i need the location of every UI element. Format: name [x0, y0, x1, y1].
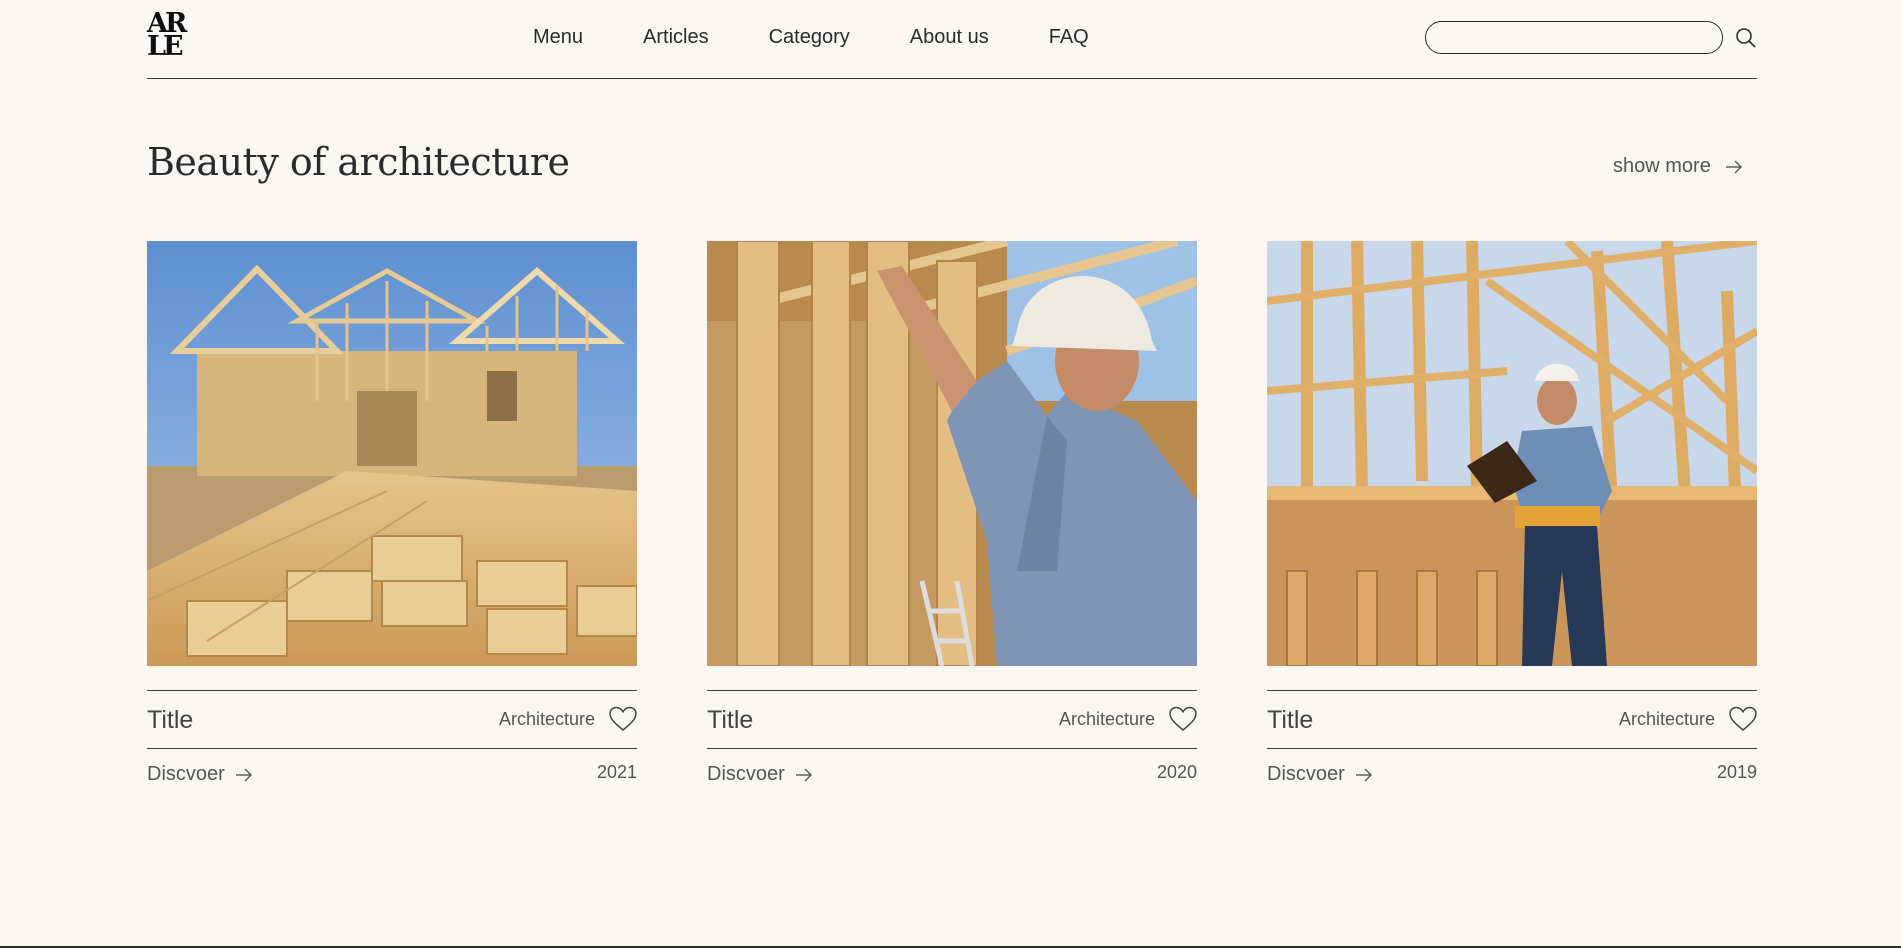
card-footer-row: Discvoer 2021 — [147, 749, 637, 793]
arrow-right-icon — [235, 768, 252, 781]
article-card: Title Architecture Discvoer 2019 — [1267, 241, 1757, 793]
arrow-right-icon — [1725, 160, 1742, 173]
site-logo[interactable]: AR LE — [147, 10, 193, 62]
show-more-label: show more — [1613, 155, 1711, 177]
heart-icon[interactable] — [609, 706, 637, 732]
card-image-worker-framing[interactable] — [707, 241, 1197, 666]
card-year: 2021 — [596, 762, 637, 782]
heart-icon[interactable] — [1729, 706, 1757, 732]
discover-link[interactable]: Discvoer — [147, 763, 253, 786]
nav-item-faq[interactable]: FAQ — [1049, 26, 1089, 49]
discover-link[interactable]: Discvoer — [707, 763, 813, 786]
card-footer-row: Discvoer 2020 — [707, 749, 1197, 793]
card-meta-row: Title Architecture — [1267, 690, 1757, 749]
card-category[interactable]: Architecture — [499, 709, 595, 730]
card-category[interactable]: Architecture — [1059, 709, 1155, 730]
discover-label: Discvoer — [147, 763, 225, 785]
card-meta-row: Title Architecture — [147, 690, 637, 749]
arrow-right-icon — [1355, 768, 1372, 781]
nav-item-category[interactable]: Category — [769, 26, 850, 49]
card-title[interactable]: Title — [1267, 706, 1313, 735]
article-card: Title Architecture Discvoer 2021 — [147, 241, 637, 793]
card-category[interactable]: Architecture — [1619, 709, 1715, 730]
article-card: Title Architecture Discvoer 2020 — [707, 241, 1197, 793]
card-meta-row: Title Architecture — [707, 690, 1197, 749]
search-input[interactable] — [1425, 21, 1723, 54]
discover-link[interactable]: Discvoer — [1267, 763, 1373, 786]
logo-bottom-text: LE — [147, 31, 184, 62]
card-image-lumber-house-frame[interactable] — [147, 241, 637, 666]
card-year: 2019 — [1716, 762, 1757, 782]
card-image-inspector-framing[interactable] — [1267, 241, 1757, 666]
nav-item-menu[interactable]: Menu — [533, 26, 583, 49]
card-title[interactable]: Title — [147, 706, 193, 735]
site-header: AR LE Menu Articles Category About us FA… — [147, 0, 1757, 79]
show-more-link[interactable]: show more — [1613, 155, 1743, 178]
main-nav: Menu Articles Category About us FAQ — [533, 26, 1149, 49]
discover-label: Discvoer — [1267, 763, 1345, 785]
section-title: Beauty of architecture — [147, 140, 570, 184]
card-footer-row: Discvoer 2019 — [1267, 749, 1757, 793]
card-year: 2020 — [1156, 762, 1197, 782]
nav-item-articles[interactable]: Articles — [643, 26, 709, 49]
heart-icon[interactable] — [1169, 706, 1197, 732]
search-icon[interactable] — [1734, 26, 1758, 50]
discover-label: Discvoer — [707, 763, 785, 785]
nav-item-about-us[interactable]: About us — [910, 26, 989, 49]
card-title[interactable]: Title — [707, 706, 753, 735]
arrow-right-icon — [795, 768, 812, 781]
